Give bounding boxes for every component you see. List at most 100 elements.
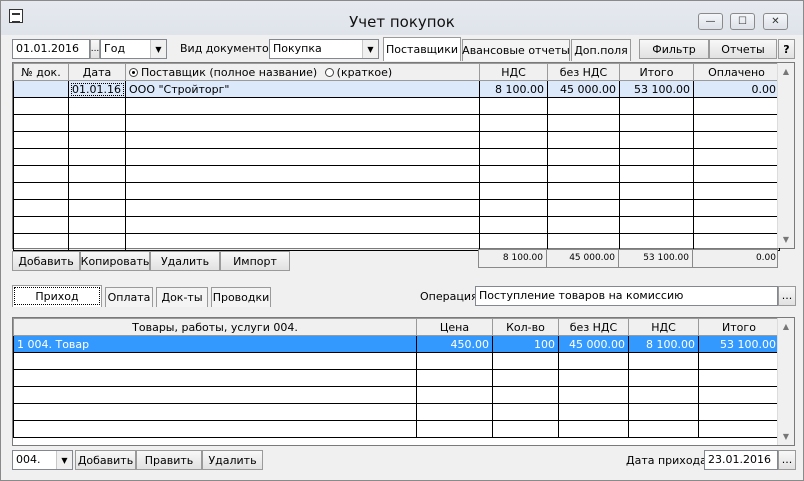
col-header-vat[interactable]: НДС xyxy=(479,63,548,81)
copy-document-button[interactable]: Копировать xyxy=(80,251,150,271)
delete-item-button[interactable]: Удалить xyxy=(202,450,263,470)
title-bar: Учет покупок — ☐ ✕ xyxy=(1,1,803,35)
cell-total[interactable]: 53 100.00 xyxy=(698,335,780,353)
maximize-button[interactable]: ☐ xyxy=(730,13,755,30)
table-row[interactable] xyxy=(13,165,780,183)
delete-document-button[interactable]: Удалить xyxy=(150,251,220,271)
table-row[interactable] xyxy=(13,114,780,132)
table-row[interactable] xyxy=(13,233,780,251)
table-row[interactable] xyxy=(13,182,780,200)
table-row[interactable] xyxy=(13,386,780,404)
cell-price[interactable]: 450.00 xyxy=(416,335,493,353)
documents-grid: № док. Дата Поставщик (полное название) … xyxy=(12,62,795,251)
table-row[interactable] xyxy=(13,369,780,387)
scroll-down-icon[interactable]: ▼ xyxy=(778,428,794,445)
account-select[interactable]: 004. ▼ xyxy=(12,450,73,470)
cell-paid[interactable]: 0.00 xyxy=(693,80,780,98)
filter-button[interactable]: Фильтр xyxy=(639,39,709,59)
operation-select-button[interactable]: ... xyxy=(778,286,796,306)
col-header-price[interactable]: Цена xyxy=(416,318,493,336)
col-header-doc-no[interactable]: № док. xyxy=(13,63,69,81)
account-value: 004. xyxy=(16,453,41,466)
supplier-full-label: Поставщик (полное название) xyxy=(141,65,318,79)
col-header-no-vat[interactable]: без НДС xyxy=(558,318,629,336)
chevron-down-icon: ▼ xyxy=(150,40,166,58)
supplier-short-radio[interactable] xyxy=(324,67,334,77)
add-document-button[interactable]: Добавить xyxy=(12,251,80,271)
table-row[interactable] xyxy=(13,148,780,166)
close-icon: ✕ xyxy=(771,16,780,27)
cell-qty[interactable]: 100 xyxy=(492,335,559,353)
reports-button[interactable]: Отчеты xyxy=(709,39,777,59)
table-row[interactable] xyxy=(13,403,780,421)
table-row[interactable] xyxy=(13,97,780,115)
doc-type-select[interactable]: Покупка ▼ xyxy=(269,39,379,59)
tab-suppliers[interactable]: Поставщики xyxy=(383,37,461,61)
cell-date[interactable]: 01.01.16 xyxy=(68,80,126,98)
scroll-down-icon[interactable]: ▼ xyxy=(778,231,794,248)
col-header-paid[interactable]: Оплачено xyxy=(693,63,780,81)
cell-vat[interactable]: 8 100.00 xyxy=(479,80,548,98)
scroll-up-icon[interactable]: ▲ xyxy=(778,63,794,80)
date-from-input[interactable]: 01.01.2016 xyxy=(12,39,90,59)
goods-grid: Товары, работы, услуги 004. Цена Кол-во … xyxy=(12,317,795,446)
goods-header-row: Товары, работы, услуги 004. Цена Кол-во … xyxy=(13,318,780,336)
table-row[interactable]: 01.01.16 ООО "Стройторг" 8 100.00 45 000… xyxy=(13,80,780,98)
operation-input[interactable]: Поступление товаров на комиссию xyxy=(475,286,778,306)
cell-vat[interactable]: 8 100.00 xyxy=(628,335,699,353)
date-picker-button[interactable]: ... xyxy=(90,39,100,59)
table-row[interactable] xyxy=(13,131,780,149)
cell-no-vat[interactable]: 45 000.00 xyxy=(547,80,620,98)
table-row[interactable] xyxy=(13,420,780,438)
table-row[interactable] xyxy=(13,352,780,370)
tab-payment[interactable]: Оплата xyxy=(105,287,153,307)
period-value: Год xyxy=(104,42,126,55)
help-button[interactable]: ? xyxy=(778,39,795,59)
purchase-accounting-window: Учет покупок — ☐ ✕ 01.01.2016 ... Год ▼ … xyxy=(0,0,804,481)
tab-receipt[interactable]: Приход xyxy=(12,285,102,307)
receipt-date-input[interactable]: 23.01.2016 xyxy=(704,450,778,470)
import-button[interactable]: Импорт xyxy=(220,251,290,271)
table-row[interactable]: 1 004. Товар 450.00 100 45 000.00 8 100.… xyxy=(13,335,780,353)
operation-label: Операция xyxy=(420,290,478,303)
supplier-full-radio[interactable] xyxy=(129,67,138,77)
cell-total[interactable]: 53 100.00 xyxy=(619,80,694,98)
col-header-qty[interactable]: Кол-во xyxy=(492,318,559,336)
minimize-icon: — xyxy=(705,16,716,27)
tab-documents[interactable]: Док-ты xyxy=(156,287,208,307)
table-row[interactable] xyxy=(13,199,780,217)
tab-extra-fields[interactable]: Доп.поля xyxy=(571,39,631,61)
col-header-total[interactable]: Итого xyxy=(619,63,694,81)
col-header-total[interactable]: Итого xyxy=(698,318,780,336)
col-header-vat[interactable]: НДС xyxy=(628,318,699,336)
window-title: Учет покупок xyxy=(349,13,455,31)
col-header-goods[interactable]: Товары, работы, услуги 004. xyxy=(13,318,417,336)
cell-no-vat[interactable]: 45 000.00 xyxy=(558,335,629,353)
goods-table: Товары, работы, услуги 004. Цена Кол-во … xyxy=(13,318,780,438)
col-header-date[interactable]: Дата xyxy=(68,63,126,81)
minimize-button[interactable]: — xyxy=(698,13,723,30)
close-button[interactable]: ✕ xyxy=(763,13,788,30)
tab-postings[interactable]: Проводки xyxy=(211,287,271,307)
col-header-supplier: Поставщик (полное название) (краткое) xyxy=(125,63,480,81)
add-item-button[interactable]: Добавить xyxy=(75,450,136,470)
table-row[interactable] xyxy=(13,216,780,234)
documents-totals: 8 100.00 45 000.00 53 100.00 0.00 xyxy=(478,249,778,268)
goods-scrollbar[interactable]: ▲ ▼ xyxy=(777,318,794,445)
doc-type-label: Вид документов xyxy=(180,42,276,55)
cell-supplier[interactable]: ООО "Стройторг" xyxy=(125,80,480,98)
documents-header-row: № док. Дата Поставщик (полное название) … xyxy=(13,63,780,81)
scroll-up-icon[interactable]: ▲ xyxy=(778,318,794,335)
col-header-no-vat[interactable]: без НДС xyxy=(547,63,620,81)
documents-scrollbar[interactable]: ▲ ▼ xyxy=(777,63,794,248)
period-select[interactable]: Год ▼ xyxy=(100,39,167,59)
cell-doc-no[interactable] xyxy=(13,80,69,98)
supplier-short-label: (краткое) xyxy=(336,65,393,79)
tab-advance-reports[interactable]: Авансовые отчеты xyxy=(462,39,570,61)
doc-type-value: Покупка xyxy=(273,42,322,55)
cell-goods[interactable]: 1 004. Товар xyxy=(13,335,417,353)
maximize-icon: ☐ xyxy=(738,16,747,27)
chevron-down-icon: ▼ xyxy=(56,451,72,469)
receipt-date-button[interactable]: ... xyxy=(778,450,796,470)
edit-item-button[interactable]: Править xyxy=(136,450,202,470)
